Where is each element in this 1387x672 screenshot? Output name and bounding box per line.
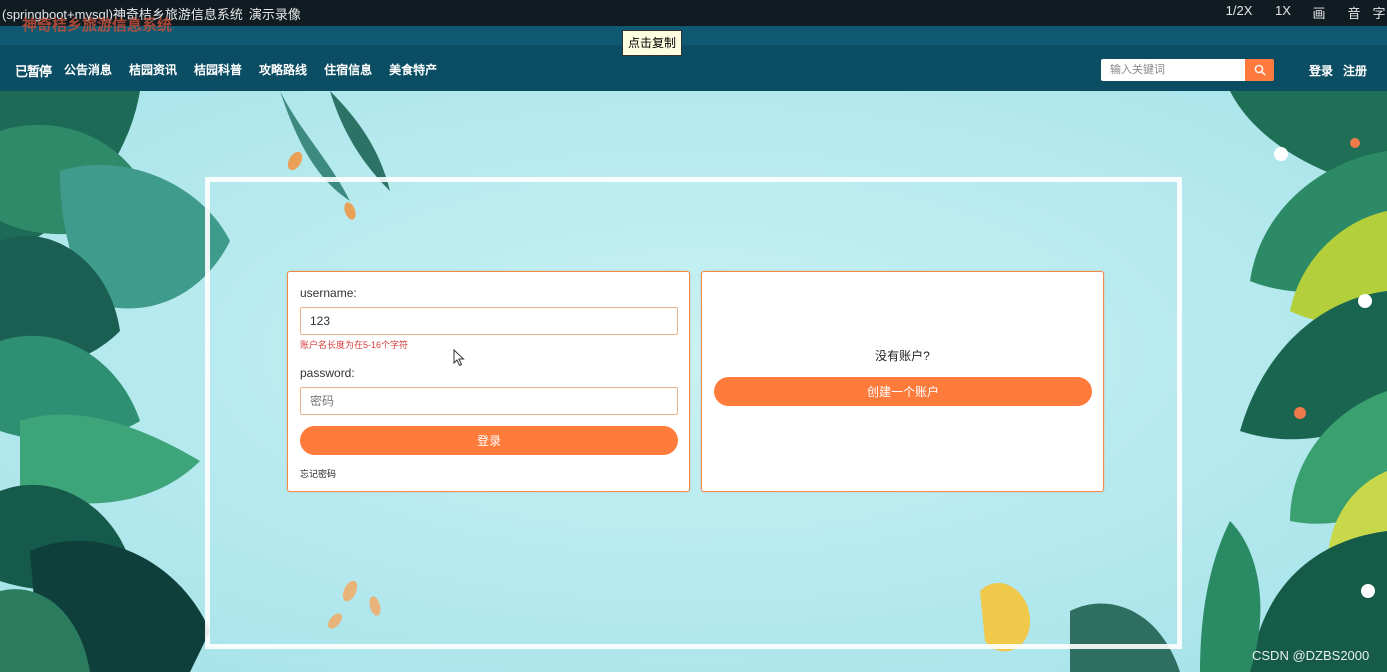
nav-item-orchard-news[interactable]: 桔园资讯 bbox=[129, 61, 177, 78]
nav-item-lodging[interactable]: 住宿信息 bbox=[324, 61, 372, 78]
nav-item-travel-routes[interactable]: 攻略路线 bbox=[259, 61, 307, 78]
search-input[interactable] bbox=[1101, 59, 1245, 81]
register-card: 没有账户? 创建一个账户 bbox=[701, 271, 1104, 492]
watermark: CSDN @DZBS2000 bbox=[1252, 648, 1370, 663]
create-account-button[interactable]: 创建一个账户 bbox=[714, 377, 1092, 406]
nav-item-food[interactable]: 美食特产 bbox=[389, 61, 437, 78]
password-input[interactable] bbox=[300, 387, 678, 415]
video-subtitle: 演示录像 bbox=[248, 7, 301, 22]
speed-normal-button[interactable]: 1X bbox=[1265, 3, 1301, 22]
nav-item-announcements[interactable]: 公告消息 bbox=[64, 61, 112, 78]
playback-controls: 1/2X 1X 画 音 字 bbox=[1213, 3, 1387, 22]
password-label: password: bbox=[300, 366, 355, 380]
search-icon bbox=[1254, 64, 1266, 76]
nav-menu: 公告消息 桔园资讯 桔园科普 攻略路线 住宿信息 美食特产 bbox=[64, 61, 454, 78]
speed-half-button[interactable]: 1/2X bbox=[1213, 3, 1265, 22]
username-input[interactable] bbox=[300, 307, 678, 335]
picture-button[interactable]: 画 bbox=[1301, 3, 1337, 22]
paused-indicator: 已暂停 bbox=[15, 64, 52, 79]
site-brand: 神奇桔乡旅游信息系统 bbox=[22, 17, 173, 34]
auth-links: 登录 注册 bbox=[1309, 62, 1367, 79]
subtitle-button[interactable]: 字 bbox=[1371, 3, 1387, 22]
nav-register-link[interactable]: 注册 bbox=[1343, 62, 1367, 79]
nav-login-link[interactable]: 登录 bbox=[1309, 62, 1333, 79]
search-button[interactable] bbox=[1245, 59, 1274, 81]
login-button[interactable]: 登录 bbox=[300, 426, 678, 455]
audio-button[interactable]: 音 bbox=[1337, 3, 1371, 22]
username-error: 账户名长度为在5-16个字符 bbox=[300, 340, 409, 350]
login-card: username: 账户名长度为在5-16个字符 password: 登录 忘记… bbox=[287, 271, 690, 492]
no-account-text: 没有账户? bbox=[875, 349, 930, 363]
main-navbar: 已暂停 公告消息 桔园资讯 桔园科普 攻略路线 住宿信息 美食特产 登录 注册 bbox=[0, 45, 1387, 91]
forgot-password-link[interactable]: 忘记密码 bbox=[300, 467, 336, 480]
brand-strip: 神奇桔乡旅游信息系统 bbox=[0, 17, 1387, 45]
video-title-bar: (springboot+mysql)神奇桔乡旅游信息系统 演示录像 1/2X 1X… bbox=[0, 0, 1387, 26]
username-label: username: bbox=[300, 286, 357, 300]
search-box bbox=[1101, 59, 1275, 81]
copy-tooltip[interactable]: 点击复制 bbox=[622, 30, 683, 56]
mouse-cursor-icon bbox=[453, 349, 465, 367]
nav-item-orchard-science[interactable]: 桔园科普 bbox=[194, 61, 242, 78]
